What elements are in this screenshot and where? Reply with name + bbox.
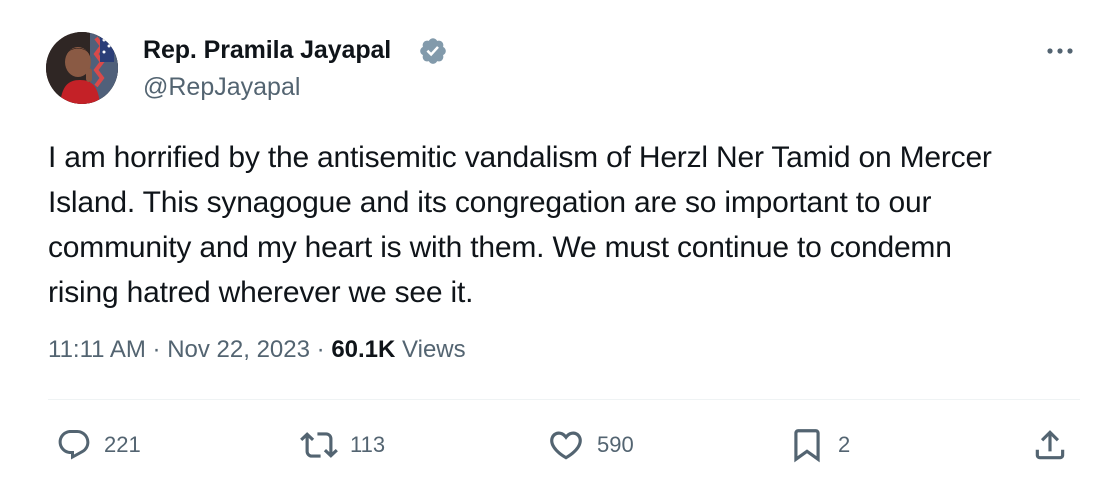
meta-separator: · xyxy=(316,336,325,363)
tweet-meta: 11:11 AM · Nov 22, 2023 · 60.1K Views xyxy=(48,336,466,364)
like-count: 590 xyxy=(597,432,634,457)
bookmark-icon xyxy=(794,429,820,463)
tweet-text-line: I am horrified by the antisemitic vandal… xyxy=(48,141,992,174)
like-icon xyxy=(550,431,582,460)
views-link[interactable]: 60.1K Views xyxy=(331,336,465,363)
author-name[interactable]: Rep. Pramila Jayapal xyxy=(143,36,391,65)
repost-button[interactable]: 113 xyxy=(300,422,385,468)
meta-separator: · xyxy=(152,336,161,363)
tweet-date: Nov 22, 2023 xyxy=(167,336,310,363)
tweet-text: I am horrified by the antisemitic vandal… xyxy=(48,135,1088,315)
views-label: Views xyxy=(402,336,466,363)
more-options-button[interactable] xyxy=(1040,36,1080,66)
reply-count: 221 xyxy=(104,432,141,457)
bookmark-count: 2 xyxy=(838,432,851,457)
more-icon xyxy=(1047,48,1073,54)
repost-count: 113 xyxy=(350,432,386,457)
tweet-time-link[interactable]: 11:11 AM · Nov 22, 2023 xyxy=(48,336,310,363)
verified-icon xyxy=(418,36,448,66)
tweet-text-line: Island. This synagogue and its congregat… xyxy=(48,186,932,219)
tweet-text-line: community and my heart is with them. We … xyxy=(48,231,952,264)
views-count: 60.1K xyxy=(331,336,396,363)
reply-button[interactable]: 221 xyxy=(56,422,141,468)
bookmark-button[interactable]: 2 xyxy=(788,422,850,468)
divider xyxy=(48,399,1080,400)
repost-icon xyxy=(300,432,338,458)
reply-icon xyxy=(58,430,90,460)
share-button[interactable] xyxy=(1031,422,1069,468)
tweet-text-line: rising hatred wherever we see it. xyxy=(48,276,474,309)
tweet-time: 11:11 AM xyxy=(48,336,146,363)
share-icon xyxy=(1035,430,1065,460)
author-handle[interactable]: @RepJayapal xyxy=(143,73,300,102)
avatar[interactable] xyxy=(46,32,118,104)
tweet-card: Rep. Pramila Jayapal @RepJayapal I am ho… xyxy=(0,0,1116,488)
like-button[interactable]: 590 xyxy=(547,422,634,468)
